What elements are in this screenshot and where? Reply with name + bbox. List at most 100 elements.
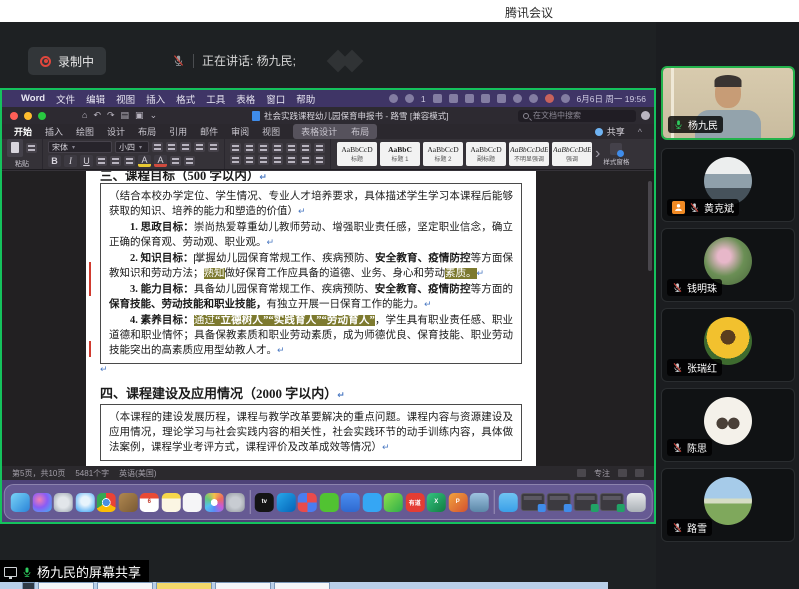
cloud-icon[interactable] <box>433 94 442 103</box>
multilevel-list-icon[interactable] <box>258 143 269 153</box>
phonetic-guide-icon[interactable] <box>194 142 205 152</box>
style-subtle-emphasis[interactable]: AaBbCcDdEe不明显强调 <box>509 142 549 166</box>
dock-app-folder[interactable] <box>499 493 518 512</box>
dock-app-reminders[interactable] <box>183 493 202 512</box>
enclose-character-icon[interactable] <box>184 156 195 166</box>
wifi-icon[interactable] <box>497 94 506 103</box>
taskbar-window-button[interactable] <box>215 582 271 589</box>
dock-app-trash[interactable] <box>626 493 645 512</box>
page-indicator[interactable]: 第5页，共10页 <box>12 468 65 479</box>
dock-app-wechat[interactable] <box>319 493 338 512</box>
home-icon[interactable]: ⌂ <box>82 111 87 120</box>
share-button[interactable]: 共享 <box>595 125 625 138</box>
participant-tile-chensi[interactable]: 陈思 <box>661 388 795 462</box>
dock-app-appletv[interactable]: tv <box>255 493 274 512</box>
search-icon[interactable] <box>529 94 538 103</box>
shrink-font-icon[interactable] <box>166 142 177 152</box>
dock-app-mail-brown[interactable] <box>118 493 137 512</box>
tab-review[interactable]: 审阅 <box>231 125 249 138</box>
target-icon[interactable] <box>405 94 414 103</box>
dock-app-finder[interactable] <box>11 493 30 512</box>
mac-dock[interactable]: 6 tv 有道XP <box>4 484 653 520</box>
document-canvas[interactable]: 三、课程目标（500 字以内）↵ （结合本校办学定位、学生情况、专业人才培养要求… <box>2 171 654 466</box>
font-size-select[interactable]: 小四▾ <box>115 141 149 153</box>
word-count[interactable]: 5481个字 <box>75 468 109 479</box>
dock-app-siri[interactable] <box>32 493 51 512</box>
participant-tile-huangkebin[interactable]: 黄克斌 <box>661 148 795 222</box>
tab-layout[interactable]: 布局 <box>138 125 156 138</box>
save-icon[interactable]: ▣ <box>135 111 144 120</box>
focus-mode-icon[interactable] <box>577 469 586 477</box>
participant-tile-qianmingzhu[interactable]: 钱明珠 <box>661 228 795 302</box>
tab-draw[interactable]: 绘图 <box>76 125 94 138</box>
participant-tile-zhangruihong[interactable]: 张瑞红 <box>661 308 795 382</box>
menu-edit[interactable]: 编辑 <box>86 92 105 106</box>
dock-app-meeting-pinwheel[interactable] <box>298 493 317 512</box>
participant-tile-luxue[interactable]: 路雪 <box>661 468 795 542</box>
taskbar-window-button[interactable] <box>38 582 94 589</box>
dock-app-youdao[interactable]: 有道 <box>405 493 424 512</box>
account-avatar[interactable] <box>641 111 650 120</box>
strikethrough-icon[interactable] <box>96 156 107 166</box>
line-spacing-icon[interactable] <box>286 155 297 165</box>
style-emphasis[interactable]: AaBbCcDdEe强调 <box>552 142 592 166</box>
close-icon[interactable] <box>10 112 18 120</box>
menu-format[interactable]: 格式 <box>176 92 195 106</box>
dock-app-cctalk[interactable] <box>362 493 381 512</box>
mission-control-icon[interactable] <box>389 94 398 103</box>
menu-insert[interactable]: 插入 <box>146 92 165 106</box>
dock-app-notes[interactable] <box>161 493 180 512</box>
justify-icon[interactable] <box>272 155 283 165</box>
tab-home[interactable]: 开始 <box>14 125 32 138</box>
web-layout-icon[interactable] <box>635 469 644 477</box>
keyboard-icon[interactable] <box>465 94 474 103</box>
menu-app-name[interactable]: Word <box>21 93 45 104</box>
dock-app-chrome[interactable] <box>97 493 116 512</box>
dock-app-settings[interactable] <box>226 493 245 512</box>
recording-badge[interactable]: 录制中 <box>28 47 106 75</box>
bluetooth-icon[interactable] <box>449 94 458 103</box>
borders-icon[interactable] <box>314 155 325 165</box>
dock-app-excel[interactable]: X <box>427 493 446 512</box>
dock-app-powerpoint[interactable]: P <box>448 493 467 512</box>
host-taskbar[interactable] <box>0 582 608 589</box>
dock-app-photos[interactable] <box>204 493 223 512</box>
dock-app-calendar[interactable]: 6 <box>140 493 159 512</box>
font-color-button[interactable]: A <box>154 155 167 167</box>
dock-app-preview-photo[interactable] <box>470 493 489 512</box>
battery-icon[interactable] <box>481 94 490 103</box>
chevron-down-icon[interactable]: ⌄ <box>150 111 158 120</box>
tab-table-layout[interactable]: 布局 <box>351 125 369 138</box>
style-subtitle[interactable]: AaBbCcD副标题 <box>466 142 506 166</box>
menu-tools[interactable]: 工具 <box>206 92 225 106</box>
language-indicator[interactable]: 英语(美国) <box>119 468 156 479</box>
styles-more-icon[interactable]: › <box>595 145 600 163</box>
style-title[interactable]: AaBbCcD标题 <box>337 142 377 166</box>
show-marks-icon[interactable] <box>314 143 325 153</box>
italic-button[interactable]: I <box>64 155 77 167</box>
align-center-icon[interactable] <box>244 155 255 165</box>
shading-icon[interactable] <box>300 155 311 165</box>
align-left-icon[interactable] <box>230 155 241 165</box>
bold-button[interactable]: B <box>48 155 61 167</box>
dock-app-qq-music[interactable] <box>384 493 403 512</box>
dock-app-outlook[interactable] <box>276 493 295 512</box>
style-heading1[interactable]: AaBbC标题 1 <box>380 142 420 166</box>
redo-icon[interactable]: ↷ <box>107 111 115 120</box>
collapse-ribbon-icon[interactable]: ^ <box>638 127 642 137</box>
color-wheel-icon[interactable] <box>561 94 570 103</box>
style-heading2[interactable]: AaBbCcD标题 2 <box>423 142 463 166</box>
shared-screen[interactable]: Word 文件 编辑 视图 插入 格式 工具 表格 窗口 帮助 1 <box>0 88 656 524</box>
menu-view[interactable]: 视图 <box>116 92 135 106</box>
grow-font-icon[interactable] <box>152 142 163 152</box>
decrease-indent-icon[interactable] <box>272 143 283 153</box>
dock-minimized-window-win-excel-2[interactable] <box>600 493 624 511</box>
dock-minimized-window-win-excel-1[interactable] <box>573 493 597 511</box>
menu-window[interactable]: 窗口 <box>266 92 285 106</box>
paste-button[interactable] <box>7 139 23 157</box>
zoom-icon[interactable] <box>38 112 46 120</box>
bullets-icon[interactable] <box>230 143 241 153</box>
print-layout-icon[interactable] <box>618 469 627 477</box>
tab-view[interactable]: 视图 <box>262 125 280 138</box>
increase-indent-icon[interactable] <box>286 143 297 153</box>
